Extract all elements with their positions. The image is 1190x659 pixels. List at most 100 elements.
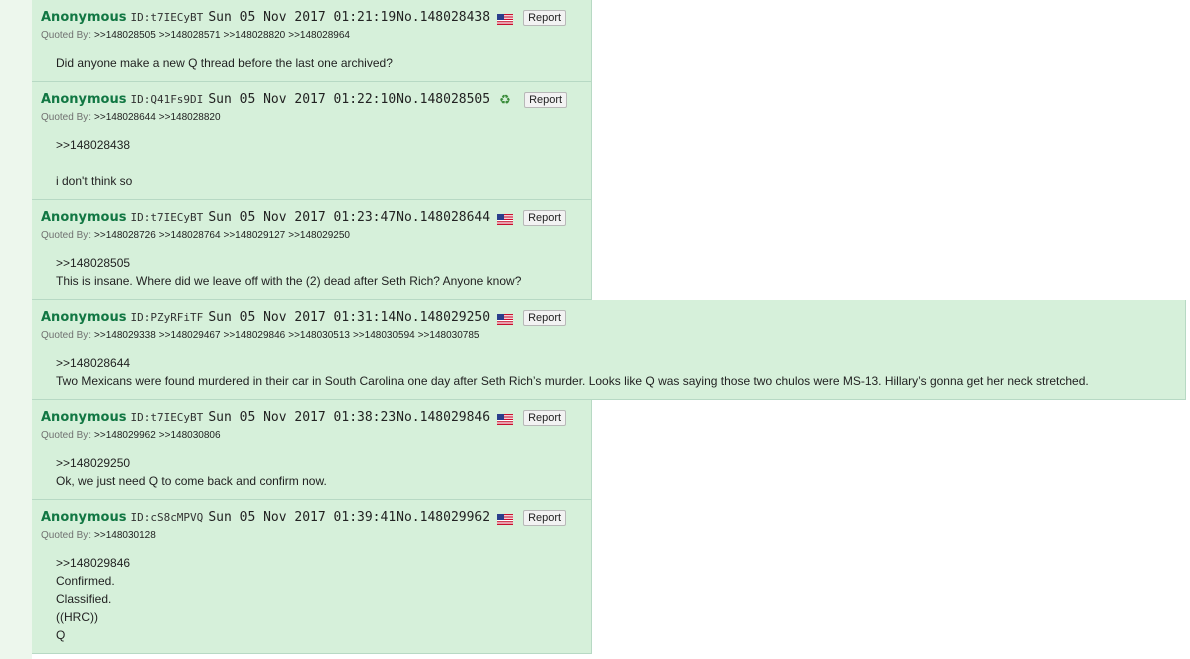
message-line: Ok, we just need Q to come back and conf… bbox=[56, 474, 327, 488]
post-datetime: Sun 05 Nov 2017 01:38:23 bbox=[208, 410, 397, 425]
message-line: Did anyone make a new Q thread before th… bbox=[56, 56, 393, 70]
message-line: ((HRC)) bbox=[56, 610, 98, 624]
post-number[interactable]: No.148028505 bbox=[396, 92, 490, 107]
poster-id[interactable]: ID:cS8cMPVQ bbox=[130, 511, 203, 524]
quoted-by: Quoted By: >>148030128 bbox=[41, 530, 591, 542]
poster-name: Anonymous bbox=[41, 210, 127, 225]
message-line: Confirmed. bbox=[56, 574, 115, 588]
poster-name: Anonymous bbox=[41, 10, 127, 25]
report-button[interactable]: Report bbox=[523, 409, 567, 426]
us-flag-icon bbox=[497, 212, 514, 225]
backlink[interactable]: >>148028764 bbox=[159, 230, 221, 241]
post: Anonymous ID:Q41Fs9DI Sun 05 Nov 2017 01:2… bbox=[32, 82, 592, 200]
quoted-by: Quoted By: >>148029338 >>148029467 >>148029… bbox=[41, 330, 1185, 342]
message-line: i don't think so bbox=[56, 174, 133, 188]
us-flag-icon bbox=[497, 512, 514, 525]
us-flag-icon bbox=[497, 12, 514, 25]
quote-link[interactable]: >>148028438 bbox=[56, 136, 591, 154]
post-header: Anonymous ID:PZyRFiTF Sun 05 Nov 2017 01:3… bbox=[41, 309, 1185, 326]
report-button[interactable]: Report bbox=[523, 309, 567, 326]
poster-id[interactable]: ID:Q41Fs9DI bbox=[130, 93, 203, 106]
post-message: >>148028644 Two Mexicans were found murde… bbox=[56, 354, 1185, 390]
poster-id[interactable]: ID:t7IECyBT bbox=[130, 411, 203, 424]
backlink[interactable]: >>148029338 bbox=[94, 330, 156, 341]
backlink[interactable]: >>148029467 bbox=[159, 330, 221, 341]
post-datetime: Sun 05 Nov 2017 01:21:19 bbox=[208, 10, 397, 25]
poster-name: Anonymous bbox=[41, 92, 127, 107]
message-line: This is insane. Where did we leave off w… bbox=[56, 274, 522, 288]
quoted-by: Quoted By: >>148028505 >>148028571 >>148028… bbox=[41, 30, 591, 42]
message-line: Q bbox=[56, 628, 66, 642]
post-message: >>148028438 i don't think so bbox=[56, 136, 591, 190]
quoted-by-label: Quoted By: bbox=[41, 430, 92, 441]
post-header: Anonymous ID:cS8cMPVQ Sun 05 Nov 2017 01:3… bbox=[41, 509, 591, 526]
quoted-by: Quoted By: >>148028726 >>148028764 >>148029… bbox=[41, 230, 591, 242]
post-number[interactable]: No.148028438 bbox=[396, 10, 490, 25]
backlink[interactable]: >>148029962 bbox=[94, 430, 156, 441]
post-message: Did anyone make a new Q thread before th… bbox=[56, 54, 591, 72]
post-message: >>148029846 Confirmed. Classified. ((HRC)) Q bbox=[56, 554, 591, 644]
poster-id[interactable]: ID:PZyRFiTF bbox=[130, 311, 203, 324]
post: Anonymous ID:t7IECyBT Sun 05 Nov 2017 01:3… bbox=[32, 400, 592, 500]
quoted-by: Quoted By: >>148029962 >>148030806 bbox=[41, 430, 591, 442]
post-number[interactable]: No.148029250 bbox=[396, 310, 490, 325]
poster-id[interactable]: ID:t7IECyBT bbox=[130, 211, 203, 224]
poster-name: Anonymous bbox=[41, 510, 127, 525]
backlink[interactable]: >>148028726 bbox=[94, 230, 156, 241]
post: Anonymous ID:PZyRFiTF Sun 05 Nov 2017 01:3… bbox=[32, 300, 1186, 400]
message-line: Two Mexicans were found murdered in thei… bbox=[56, 374, 1089, 388]
post-header: Anonymous ID:t7IECyBT Sun 05 Nov 2017 01:2… bbox=[41, 209, 591, 226]
backlink[interactable]: >>148029250 bbox=[288, 230, 350, 241]
quoted-by-label: Quoted By: bbox=[41, 330, 92, 341]
post-number[interactable]: No.148028644 bbox=[396, 210, 490, 225]
thread: Anonymous ID:t7IECyBT Sun 05 Nov 2017 01:2… bbox=[0, 0, 1190, 659]
backlink[interactable]: >>148030806 bbox=[159, 430, 221, 441]
post-header: Anonymous ID:t7IECyBT Sun 05 Nov 2017 01:3… bbox=[41, 409, 591, 426]
us-flag-icon bbox=[497, 412, 514, 425]
post-header: Anonymous ID:t7IECyBT Sun 05 Nov 2017 01:2… bbox=[41, 9, 591, 26]
post-datetime: Sun 05 Nov 2017 01:22:10 bbox=[208, 92, 397, 107]
post-header: Anonymous ID:Q41Fs9DI Sun 05 Nov 2017 01:2… bbox=[41, 91, 591, 108]
poster-name: Anonymous bbox=[41, 410, 127, 425]
post: Anonymous ID:t7IECyBT Sun 05 Nov 2017 01:2… bbox=[32, 0, 592, 82]
backlink[interactable]: >>148028505 bbox=[94, 30, 156, 41]
quoted-by: Quoted By: >>148028644 >>148028820 bbox=[41, 112, 591, 124]
quote-link[interactable]: >>148028644 bbox=[56, 354, 1185, 372]
backlink[interactable]: >>148030513 bbox=[288, 330, 350, 341]
post: Anonymous ID:cS8cMPVQ Sun 05 Nov 2017 01:3… bbox=[32, 500, 592, 654]
poster-id[interactable]: ID:t7IECyBT bbox=[130, 11, 203, 24]
message-line: Classified. bbox=[56, 592, 112, 606]
post-number[interactable]: No.148029962 bbox=[396, 510, 490, 525]
quote-link[interactable]: >>148029250 bbox=[56, 454, 591, 472]
backlink[interactable]: >>148030785 bbox=[418, 330, 480, 341]
backlink[interactable]: >>148028571 bbox=[159, 30, 221, 41]
quoted-by-label: Quoted By: bbox=[41, 30, 92, 41]
report-button[interactable]: Report bbox=[523, 209, 567, 226]
post-number[interactable]: No.148029846 bbox=[396, 410, 490, 425]
backlink[interactable]: >>148029127 bbox=[224, 230, 286, 241]
recycle-icon: ♻ bbox=[499, 92, 511, 107]
backlink[interactable]: >>148028964 bbox=[288, 30, 350, 41]
backlink[interactable]: >>148030128 bbox=[94, 530, 156, 541]
post: Anonymous ID:t7IECyBT Sun 05 Nov 2017 01:2… bbox=[32, 200, 592, 300]
post-message: >>148028505 This is insane. Where did we … bbox=[56, 254, 591, 290]
report-button[interactable]: Report bbox=[523, 9, 567, 26]
report-button[interactable]: Report bbox=[523, 509, 567, 526]
report-button[interactable]: Report bbox=[524, 91, 568, 108]
quoted-by-label: Quoted By: bbox=[41, 530, 92, 541]
post-datetime: Sun 05 Nov 2017 01:31:14 bbox=[208, 310, 397, 325]
quoted-by-label: Quoted By: bbox=[41, 112, 92, 123]
poster-name: Anonymous bbox=[41, 310, 127, 325]
quote-link[interactable]: >>148029846 bbox=[56, 554, 591, 572]
backlink[interactable]: >>148028820 bbox=[224, 30, 286, 41]
backlink[interactable]: >>148028644 bbox=[94, 112, 156, 123]
left-gutter bbox=[0, 0, 32, 659]
backlink[interactable]: >>148029846 bbox=[224, 330, 286, 341]
post-message: >>148029250 Ok, we just need Q to come ba… bbox=[56, 454, 591, 490]
backlink[interactable]: >>148030594 bbox=[353, 330, 415, 341]
backlink[interactable]: >>148028820 bbox=[159, 112, 221, 123]
quote-link[interactable]: >>148028505 bbox=[56, 254, 591, 272]
post-datetime: Sun 05 Nov 2017 01:23:47 bbox=[208, 210, 397, 225]
us-flag-icon bbox=[497, 312, 514, 325]
quoted-by-label: Quoted By: bbox=[41, 230, 92, 241]
